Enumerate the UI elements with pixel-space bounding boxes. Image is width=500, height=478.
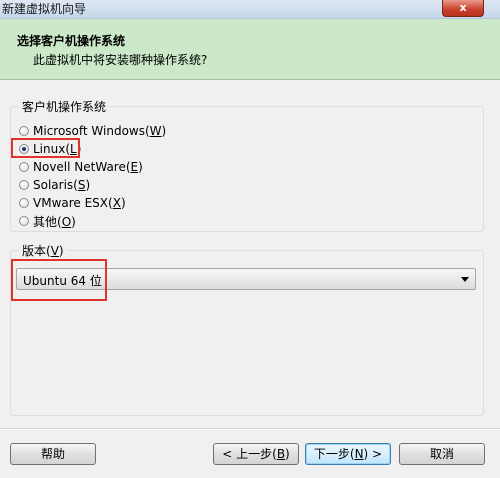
version-highlight-annotation bbox=[11, 259, 107, 301]
version-legend-prefix: 版本( bbox=[22, 244, 51, 258]
radio-label: 其他( bbox=[33, 214, 62, 229]
next-label: 下一步( bbox=[313, 447, 355, 461]
radio-label: VMware ESX( bbox=[33, 196, 113, 210]
access-key: X bbox=[112, 196, 121, 210]
back-label: < 上一步( bbox=[222, 447, 277, 461]
back-label-suffix: ) bbox=[285, 447, 290, 461]
footer-divider bbox=[0, 428, 500, 430]
radio-label-suffix: ) bbox=[71, 214, 76, 229]
cancel-button[interactable]: 取消 bbox=[399, 443, 485, 465]
cancel-button-label: 取消 bbox=[429, 447, 454, 461]
radio-icon[interactable] bbox=[19, 180, 29, 190]
window-title: 新建虚拟机向导 bbox=[2, 2, 87, 16]
page-subtitle: 此虚拟机中将安装哪种操作系统? bbox=[33, 53, 208, 67]
radio-icon[interactable] bbox=[19, 162, 29, 172]
linux-highlight-annotation bbox=[11, 138, 80, 158]
version-legend: 版本(V) bbox=[19, 242, 67, 259]
access-key: N bbox=[354, 447, 364, 461]
version-legend-suffix: ) bbox=[58, 244, 64, 258]
title-bar[interactable]: 新建虚拟机向导 x bbox=[0, 0, 500, 19]
radio-label: Novell NetWare( bbox=[33, 160, 131, 174]
access-key: W bbox=[149, 124, 162, 138]
guest-os-legend: 客户机操作系统 bbox=[19, 98, 110, 115]
radio-label: Microsoft Windows( bbox=[33, 124, 150, 138]
next-button[interactable]: 下一步(N) > bbox=[305, 443, 391, 465]
radio-label-suffix: ) bbox=[85, 178, 91, 192]
radio-other[interactable]: 其他(O) bbox=[19, 212, 76, 230]
wizard-header: 选择客户机操作系统 此虚拟机中将安装哪种操作系统? bbox=[0, 19, 500, 80]
radio-icon[interactable] bbox=[19, 126, 29, 136]
back-button[interactable]: < 上一步(B) bbox=[213, 443, 299, 465]
radio-icon[interactable] bbox=[19, 216, 29, 226]
radio-icon[interactable] bbox=[19, 198, 29, 208]
access-key: V bbox=[50, 244, 59, 258]
close-button[interactable]: x bbox=[442, 0, 484, 17]
help-button[interactable]: 帮助 bbox=[10, 443, 96, 465]
new-vm-wizard-window: 新建虚拟机向导 x 选择客户机操作系统 此虚拟机中将安装哪种操作系统? 客户机操… bbox=[0, 0, 500, 478]
radio-solaris[interactable]: Solaris(S) bbox=[19, 176, 90, 194]
radio-novell-netware[interactable]: Novell NetWare(E) bbox=[19, 158, 143, 176]
radio-label-suffix: ) bbox=[138, 160, 143, 174]
access-key: B bbox=[276, 447, 286, 461]
close-icon: x bbox=[459, 1, 467, 14]
access-key: O bbox=[61, 214, 72, 229]
radio-label-suffix: ) bbox=[120, 196, 126, 210]
radio-label-suffix: ) bbox=[161, 124, 167, 138]
help-button-label: 帮助 bbox=[40, 447, 65, 461]
page-title: 选择客户机操作系统 bbox=[17, 34, 126, 48]
access-key: E bbox=[130, 160, 139, 174]
radio-vmware-esx[interactable]: VMware ESX(X) bbox=[19, 194, 126, 212]
radio-label: Solaris( bbox=[33, 178, 78, 192]
next-label-suffix: ) > bbox=[363, 447, 383, 461]
chevron-down-icon[interactable] bbox=[461, 277, 469, 282]
guest-os-group: 客户机操作系统 Microsoft Windows(W) Linux(L) No… bbox=[10, 98, 484, 232]
